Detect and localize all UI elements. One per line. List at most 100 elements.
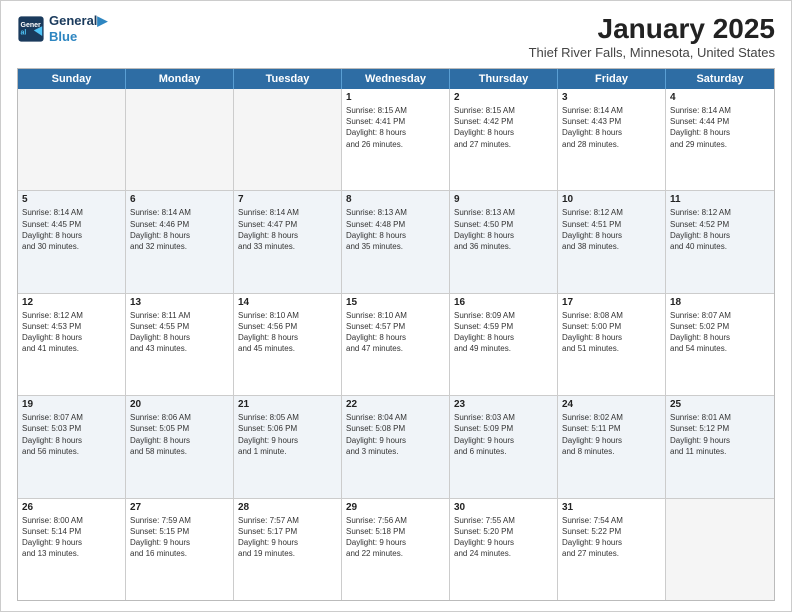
subtitle: Thief River Falls, Minnesota, United Sta… <box>529 45 775 60</box>
day-cell-31: 31Sunrise: 7:54 AM Sunset: 5:22 PM Dayli… <box>558 499 666 600</box>
day-info: Sunrise: 8:08 AM Sunset: 5:00 PM Dayligh… <box>562 310 661 355</box>
day-info: Sunrise: 8:00 AM Sunset: 5:14 PM Dayligh… <box>22 515 121 560</box>
day-number: 4 <box>670 92 770 103</box>
calendar-body: 1Sunrise: 8:15 AM Sunset: 4:41 PM Daylig… <box>18 89 774 600</box>
day-info: Sunrise: 8:14 AM Sunset: 4:43 PM Dayligh… <box>562 105 661 150</box>
day-cell-19: 19 Sunrise: 8:07 AM Sunset: 5:03 PM Dayli… <box>18 396 126 497</box>
day-number: 15 <box>346 297 445 308</box>
day-number: 26 <box>22 502 121 513</box>
day-cell-2: 2 Sunrise: 8:15 AM Sunset: 4:42 PM Daylig… <box>450 89 558 190</box>
day-number: 22 <box>346 399 445 410</box>
day-cell-11: 11 Sunrise: 8:12 AM Sunset: 4:52 PM Dayli… <box>666 191 774 292</box>
day-number: 5 <box>22 194 121 205</box>
day-number: 1 <box>346 92 445 103</box>
day-number: 19 <box>22 399 121 410</box>
day-cell-7: 7Sunrise: 8:14 AM Sunset: 4:47 PM Daylig… <box>234 191 342 292</box>
calendar-header: SundayMondayTuesdayWednesdayThursdayFrid… <box>18 69 774 89</box>
day-info: Sunrise: 8:12 AM Sunset: 4:53 PM Dayligh… <box>22 310 121 355</box>
day-cell-24: 24Sunrise: 8:02 AM Sunset: 5:11 PM Dayli… <box>558 396 666 497</box>
day-info: Sunrise: 8:12 AM Sunset: 4:51 PM Dayligh… <box>562 207 661 252</box>
day-number: 21 <box>238 399 337 410</box>
day-info: Sunrise: 8:03 AM Sunset: 5:09 PM Dayligh… <box>454 412 553 457</box>
title-block: January 2025 Thief River Falls, Minnesot… <box>529 13 775 60</box>
day-info: Sunrise: 8:10 AM Sunset: 4:56 PM Dayligh… <box>238 310 337 355</box>
day-cell-14: 14 Sunrise: 8:10 AM Sunset: 4:56 PM Dayli… <box>234 294 342 395</box>
day-cell-12: 12 Sunrise: 8:12 AM Sunset: 4:53 PM Dayli… <box>18 294 126 395</box>
day-cell-30: 30 Sunrise: 7:55 AM Sunset: 5:20 PM Dayli… <box>450 499 558 600</box>
day-info: Sunrise: 8:13 AM Sunset: 4:48 PM Dayligh… <box>346 207 445 252</box>
day-cell-15: 15Sunrise: 8:10 AM Sunset: 4:57 PM Dayli… <box>342 294 450 395</box>
weekday-header-thursday: Thursday <box>450 69 558 89</box>
day-cell-25: 25 Sunrise: 8:01 AM Sunset: 5:12 PM Dayli… <box>666 396 774 497</box>
day-number: 16 <box>454 297 553 308</box>
day-number: 18 <box>670 297 770 308</box>
empty-cell-r0-c2 <box>234 89 342 190</box>
day-cell-17: 17 Sunrise: 8:08 AM Sunset: 5:00 PM Dayli… <box>558 294 666 395</box>
day-info: Sunrise: 7:57 AM Sunset: 5:17 PM Dayligh… <box>238 515 337 560</box>
day-info: Sunrise: 7:55 AM Sunset: 5:20 PM Dayligh… <box>454 515 553 560</box>
logo-text: General▶ Blue <box>49 13 107 44</box>
day-number: 25 <box>670 399 770 410</box>
day-number: 10 <box>562 194 661 205</box>
day-info: Sunrise: 8:05 AM Sunset: 5:06 PM Dayligh… <box>238 412 337 457</box>
day-number: 11 <box>670 194 770 205</box>
day-info: Sunrise: 8:15 AM Sunset: 4:42 PM Dayligh… <box>454 105 553 150</box>
weekday-header-wednesday: Wednesday <box>342 69 450 89</box>
day-info: Sunrise: 8:14 AM Sunset: 4:46 PM Dayligh… <box>130 207 229 252</box>
weekday-header-sunday: Sunday <box>18 69 126 89</box>
day-info: Sunrise: 8:14 AM Sunset: 4:45 PM Dayligh… <box>22 207 121 252</box>
day-info: Sunrise: 7:59 AM Sunset: 5:15 PM Dayligh… <box>130 515 229 560</box>
day-number: 30 <box>454 502 553 513</box>
day-cell-16: 16 Sunrise: 8:09 AM Sunset: 4:59 PM Dayli… <box>450 294 558 395</box>
day-cell-18: 18 Sunrise: 8:07 AM Sunset: 5:02 PM Dayli… <box>666 294 774 395</box>
day-number: 12 <box>22 297 121 308</box>
day-number: 24 <box>562 399 661 410</box>
calendar-page: Gener al General▶ Blue January 2025 Thie… <box>0 0 792 612</box>
day-info: Sunrise: 8:01 AM Sunset: 5:12 PM Dayligh… <box>670 412 770 457</box>
day-cell-10: 10 Sunrise: 8:12 AM Sunset: 4:51 PM Dayli… <box>558 191 666 292</box>
day-number: 28 <box>238 502 337 513</box>
day-number: 8 <box>346 194 445 205</box>
day-cell-21: 21 Sunrise: 8:05 AM Sunset: 5:06 PM Dayli… <box>234 396 342 497</box>
day-number: 13 <box>130 297 229 308</box>
weekday-header-tuesday: Tuesday <box>234 69 342 89</box>
day-number: 2 <box>454 92 553 103</box>
day-cell-8: 8 Sunrise: 8:13 AM Sunset: 4:48 PM Daylig… <box>342 191 450 292</box>
day-info: Sunrise: 8:07 AM Sunset: 5:02 PM Dayligh… <box>670 310 770 355</box>
day-cell-5: 5 Sunrise: 8:14 AM Sunset: 4:45 PM Daylig… <box>18 191 126 292</box>
day-number: 29 <box>346 502 445 513</box>
day-info: Sunrise: 8:14 AM Sunset: 4:47 PM Dayligh… <box>238 207 337 252</box>
empty-cell-r0-c1 <box>126 89 234 190</box>
calendar-row-1: 1Sunrise: 8:15 AM Sunset: 4:41 PM Daylig… <box>18 89 774 191</box>
day-cell-3: 3 Sunrise: 8:14 AM Sunset: 4:43 PM Daylig… <box>558 89 666 190</box>
day-number: 6 <box>130 194 229 205</box>
calendar-row-2: 5 Sunrise: 8:14 AM Sunset: 4:45 PM Daylig… <box>18 191 774 293</box>
calendar-row-5: 26 Sunrise: 8:00 AM Sunset: 5:14 PM Dayli… <box>18 499 774 600</box>
day-cell-13: 13 Sunrise: 8:11 AM Sunset: 4:55 PM Dayli… <box>126 294 234 395</box>
day-cell-9: 9Sunrise: 8:13 AM Sunset: 4:50 PM Daylig… <box>450 191 558 292</box>
day-info: Sunrise: 8:04 AM Sunset: 5:08 PM Dayligh… <box>346 412 445 457</box>
day-number: 17 <box>562 297 661 308</box>
day-cell-20: 20 Sunrise: 8:06 AM Sunset: 5:05 PM Dayli… <box>126 396 234 497</box>
day-info: Sunrise: 8:12 AM Sunset: 4:52 PM Dayligh… <box>670 207 770 252</box>
main-title: January 2025 <box>529 13 775 45</box>
day-number: 14 <box>238 297 337 308</box>
svg-text:Gener: Gener <box>21 21 42 28</box>
empty-cell-r4-c6 <box>666 499 774 600</box>
day-cell-28: 28 Sunrise: 7:57 AM Sunset: 5:17 PM Dayli… <box>234 499 342 600</box>
day-info: Sunrise: 7:54 AM Sunset: 5:22 PM Dayligh… <box>562 515 661 560</box>
empty-cell-r0-c0 <box>18 89 126 190</box>
logo-icon: Gener al <box>17 15 45 43</box>
day-info: Sunrise: 8:11 AM Sunset: 4:55 PM Dayligh… <box>130 310 229 355</box>
weekday-header-saturday: Saturday <box>666 69 774 89</box>
day-number: 3 <box>562 92 661 103</box>
calendar-row-4: 19 Sunrise: 8:07 AM Sunset: 5:03 PM Dayli… <box>18 396 774 498</box>
day-cell-29: 29Sunrise: 7:56 AM Sunset: 5:18 PM Dayli… <box>342 499 450 600</box>
day-number: 20 <box>130 399 229 410</box>
weekday-header-monday: Monday <box>126 69 234 89</box>
day-info: Sunrise: 8:06 AM Sunset: 5:05 PM Dayligh… <box>130 412 229 457</box>
day-info: Sunrise: 8:07 AM Sunset: 5:03 PM Dayligh… <box>22 412 121 457</box>
day-number: 23 <box>454 399 553 410</box>
day-info: Sunrise: 8:09 AM Sunset: 4:59 PM Dayligh… <box>454 310 553 355</box>
calendar-row-3: 12 Sunrise: 8:12 AM Sunset: 4:53 PM Dayli… <box>18 294 774 396</box>
